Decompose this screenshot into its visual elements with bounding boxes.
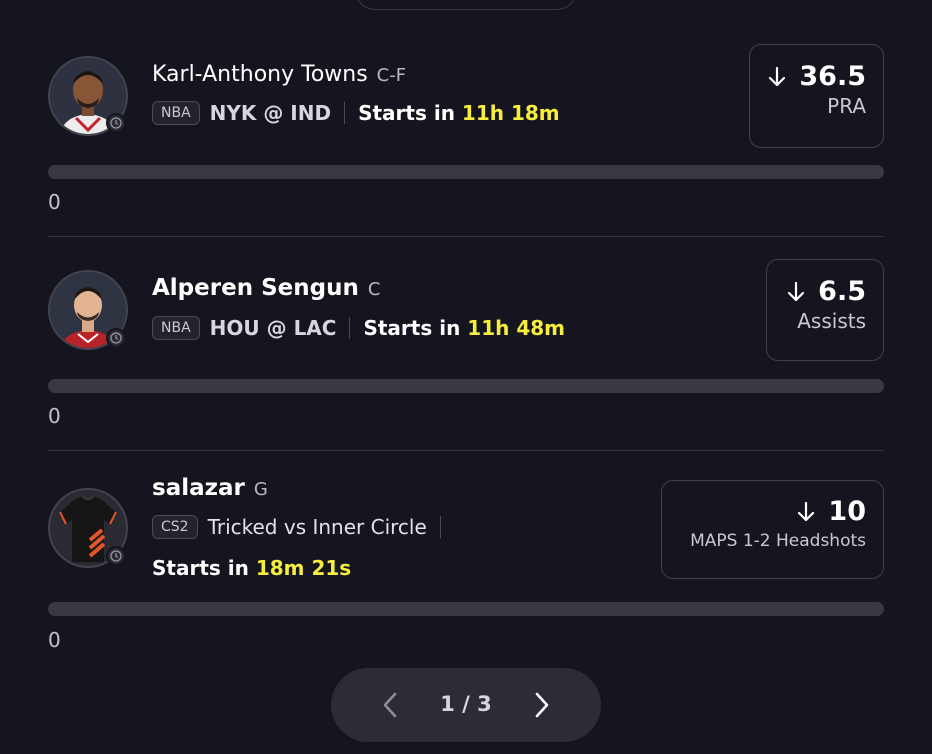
pagination-control: 1 / 3 [331,668,601,742]
divider-bar [344,102,346,124]
player-name: Karl-Anthony Towns [152,62,368,87]
player-name: Alperen Sengun [152,275,359,301]
pick-card[interactable]: Karl-Anthony Towns C-F NBA NYK @ IND Sta… [48,0,884,236]
starts-prefix: Starts in [363,316,461,340]
player-name-row: Karl-Anthony Towns C-F [152,62,406,87]
player-position: C-F [376,65,407,86]
line-value-row: 6.5 [767,276,866,307]
progress-bar [48,379,884,393]
pick-list-page: Karl-Anthony Towns C-F NBA NYK @ IND Sta… [0,0,932,754]
start-time: Starts in 18m 21s [152,556,351,580]
game-info-row: NBA NYK @ IND Starts in 11h 18m [152,101,560,125]
arrow-down-icon [767,66,787,88]
countdown-time: 11h 18m [461,101,560,125]
league-badge: CS2 [152,515,198,539]
line-value: 6.5 [818,276,866,307]
stat-type: PRA [827,94,866,118]
line-value-row: 10 [662,496,866,527]
pick-count: 0 [48,190,61,214]
pick-count: 0 [48,404,61,428]
arrow-down-icon [786,281,806,303]
league-badge: NBA [152,316,200,340]
page-indicator: 1 / 3 [440,692,492,716]
divider-bar [349,317,351,339]
matchup-label: NYK @ IND [209,101,332,125]
clock-icon [106,113,126,133]
player-name: salazar [152,475,245,501]
player-position: C [367,279,381,300]
progress-bar [48,165,884,179]
projection-line-button[interactable]: 10 MAPS 1-2 Headshots [661,480,884,579]
chevron-left-icon[interactable] [375,690,405,720]
pick-card[interactable]: Alperen Sengun C NBA HOU @ LAC Starts in… [48,237,884,451]
clock-icon [106,546,126,566]
starts-prefix: Starts in [152,556,249,580]
stat-type: Assists [797,309,866,333]
chevron-right-icon[interactable] [527,690,557,720]
start-time: Starts in 11h 48m [363,316,565,340]
line-value-row: 36.5 [750,61,866,92]
game-info-row: CS2 Tricked vs Inner Circle [152,515,454,539]
countdown-time: 18m 21s [255,556,352,580]
starts-prefix: Starts in [358,101,455,125]
stat-type: MAPS 1-2 Headshots [690,531,866,551]
projection-line-button[interactable]: 6.5 Assists [766,259,884,361]
line-value: 10 [828,496,866,527]
matchup-label: HOU @ LAC [209,316,337,340]
player-position: G [253,479,268,500]
matchup-label: Tricked vs Inner Circle [207,515,427,539]
divider-bar [439,516,441,538]
start-time: Starts in 11h 18m [358,101,560,125]
league-badge: NBA [152,101,200,125]
player-name-row: salazar G [152,475,268,501]
line-value: 36.5 [799,61,866,92]
countdown-time: 11h 48m [467,316,566,340]
player-name-row: Alperen Sengun C [152,275,380,301]
pick-count: 0 [48,628,61,652]
arrow-down-icon [796,501,816,523]
progress-bar [48,602,884,616]
clock-icon [106,328,126,348]
pick-card[interactable]: salazar G CS2 Tricked vs Inner Circle St… [48,451,884,661]
projection-line-button[interactable]: 36.5 PRA [749,44,884,148]
game-info-row: NBA HOU @ LAC Starts in 11h 48m [152,316,565,340]
start-time-row: Starts in 18m 21s [152,556,351,580]
